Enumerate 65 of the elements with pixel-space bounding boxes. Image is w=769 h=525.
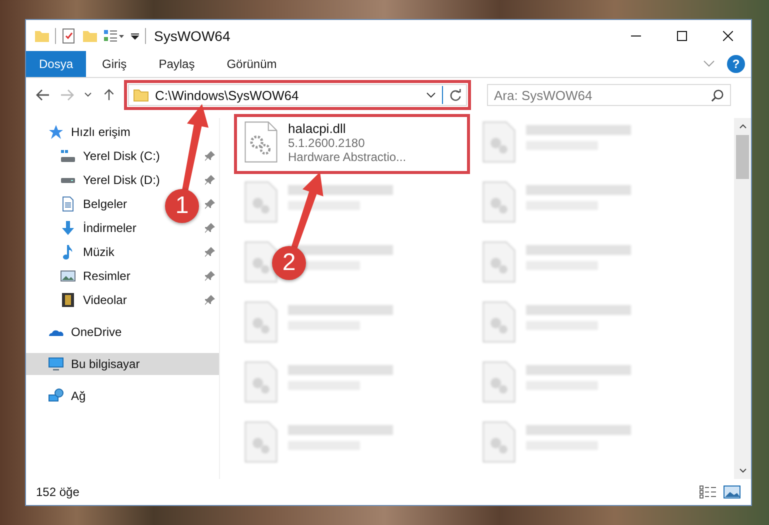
file-name: halacpi.dll bbox=[288, 121, 347, 136]
customize-toolbar-icon[interactable] bbox=[130, 30, 140, 40]
address-path: C:\Windows\SysWOW64 bbox=[155, 88, 300, 102]
sidebar-item[interactable]: Bu bilgisayar bbox=[26, 353, 219, 375]
blurred-file-icon bbox=[244, 241, 278, 283]
help-button[interactable]: ? bbox=[727, 55, 745, 73]
history-caret-icon[interactable] bbox=[426, 92, 436, 98]
sidebar-item[interactable]: Belgeler bbox=[34, 193, 134, 215]
gear-file-icon bbox=[244, 121, 278, 163]
blurred-file-icon bbox=[482, 241, 516, 283]
close-icon bbox=[723, 30, 733, 40]
sidebar-item[interactable]: Resimler bbox=[34, 265, 136, 287]
minimize-icon bbox=[631, 34, 641, 36]
large-icons-view-icon[interactable] bbox=[723, 485, 741, 499]
blurred-file-icon bbox=[244, 181, 278, 223]
sidebar-item[interactable]: OneDrive bbox=[26, 321, 219, 343]
sidebar-item[interactable]: Hızlı erişim bbox=[26, 121, 219, 143]
star-icon bbox=[48, 124, 64, 140]
ribbon-tab[interactable]: Paylaş bbox=[142, 51, 211, 77]
picture-icon bbox=[60, 268, 76, 284]
download-arrow-icon bbox=[60, 220, 76, 236]
sidebar-item[interactable]: Yerel Disk (C:) bbox=[34, 145, 166, 167]
file-detail: Hardware Abstractio... bbox=[288, 150, 406, 164]
document-icon bbox=[60, 196, 76, 212]
folder-icon bbox=[133, 87, 149, 103]
back-arrow-icon[interactable] bbox=[36, 89, 50, 101]
film-icon bbox=[60, 292, 76, 308]
up-arrow-icon[interactable] bbox=[102, 89, 116, 101]
scroll-thumb[interactable] bbox=[736, 135, 749, 179]
refresh-icon[interactable] bbox=[449, 88, 462, 102]
blurred-file-icon bbox=[482, 121, 516, 163]
monitor-icon bbox=[48, 356, 64, 372]
recent-locations-caret-icon[interactable] bbox=[84, 92, 92, 98]
search-field[interactable]: Ara: SysWOW64 bbox=[487, 84, 731, 106]
ribbon-tab[interactable]: Giriş bbox=[86, 51, 143, 77]
sidebar-item[interactable]: Yerel Disk (D:) bbox=[34, 169, 166, 191]
file-item[interactable]: halacpi.dll 5.1.2600.2180 Hardware Abstractio... bbox=[238, 118, 466, 170]
item-count: 152 öğe bbox=[36, 485, 80, 499]
blurred-file-icon bbox=[244, 421, 278, 463]
view-options-icon[interactable] bbox=[103, 28, 125, 44]
sidebar-item[interactable]: Videolar bbox=[34, 289, 133, 311]
blurred-file-icon bbox=[482, 361, 516, 403]
network-icon bbox=[48, 388, 64, 404]
scroll-up-icon[interactable] bbox=[738, 124, 746, 129]
details-view-icon[interactable] bbox=[699, 485, 717, 499]
blurred-file-icon bbox=[244, 361, 278, 403]
scrollbar[interactable] bbox=[734, 118, 751, 479]
chevron-down-icon[interactable] bbox=[703, 60, 715, 68]
file-detail: 5.1.2600.2180 bbox=[288, 136, 366, 150]
blurred-file-icon bbox=[482, 301, 516, 343]
ribbon-tab[interactable]: Görünüm bbox=[210, 51, 293, 77]
sidebar-item[interactable]: Müzik bbox=[34, 241, 120, 263]
blurred-file-icon bbox=[244, 301, 278, 343]
blurred-file-icon bbox=[482, 181, 516, 223]
drive-icon bbox=[60, 178, 76, 182]
maximize-icon bbox=[677, 30, 687, 40]
window-title: SysWOW64 bbox=[154, 28, 230, 44]
ribbon-tab[interactable]: Dosya bbox=[26, 51, 86, 77]
drive-icon bbox=[60, 148, 76, 164]
sidebar-item[interactable]: Ağ bbox=[26, 385, 219, 407]
blurred-file-icon bbox=[482, 421, 516, 463]
callout-number: 1 bbox=[165, 189, 199, 223]
properties-icon bbox=[61, 28, 77, 44]
sidebar-item[interactable]: İndirmeler bbox=[34, 217, 142, 239]
scroll-down-icon[interactable] bbox=[738, 468, 746, 473]
